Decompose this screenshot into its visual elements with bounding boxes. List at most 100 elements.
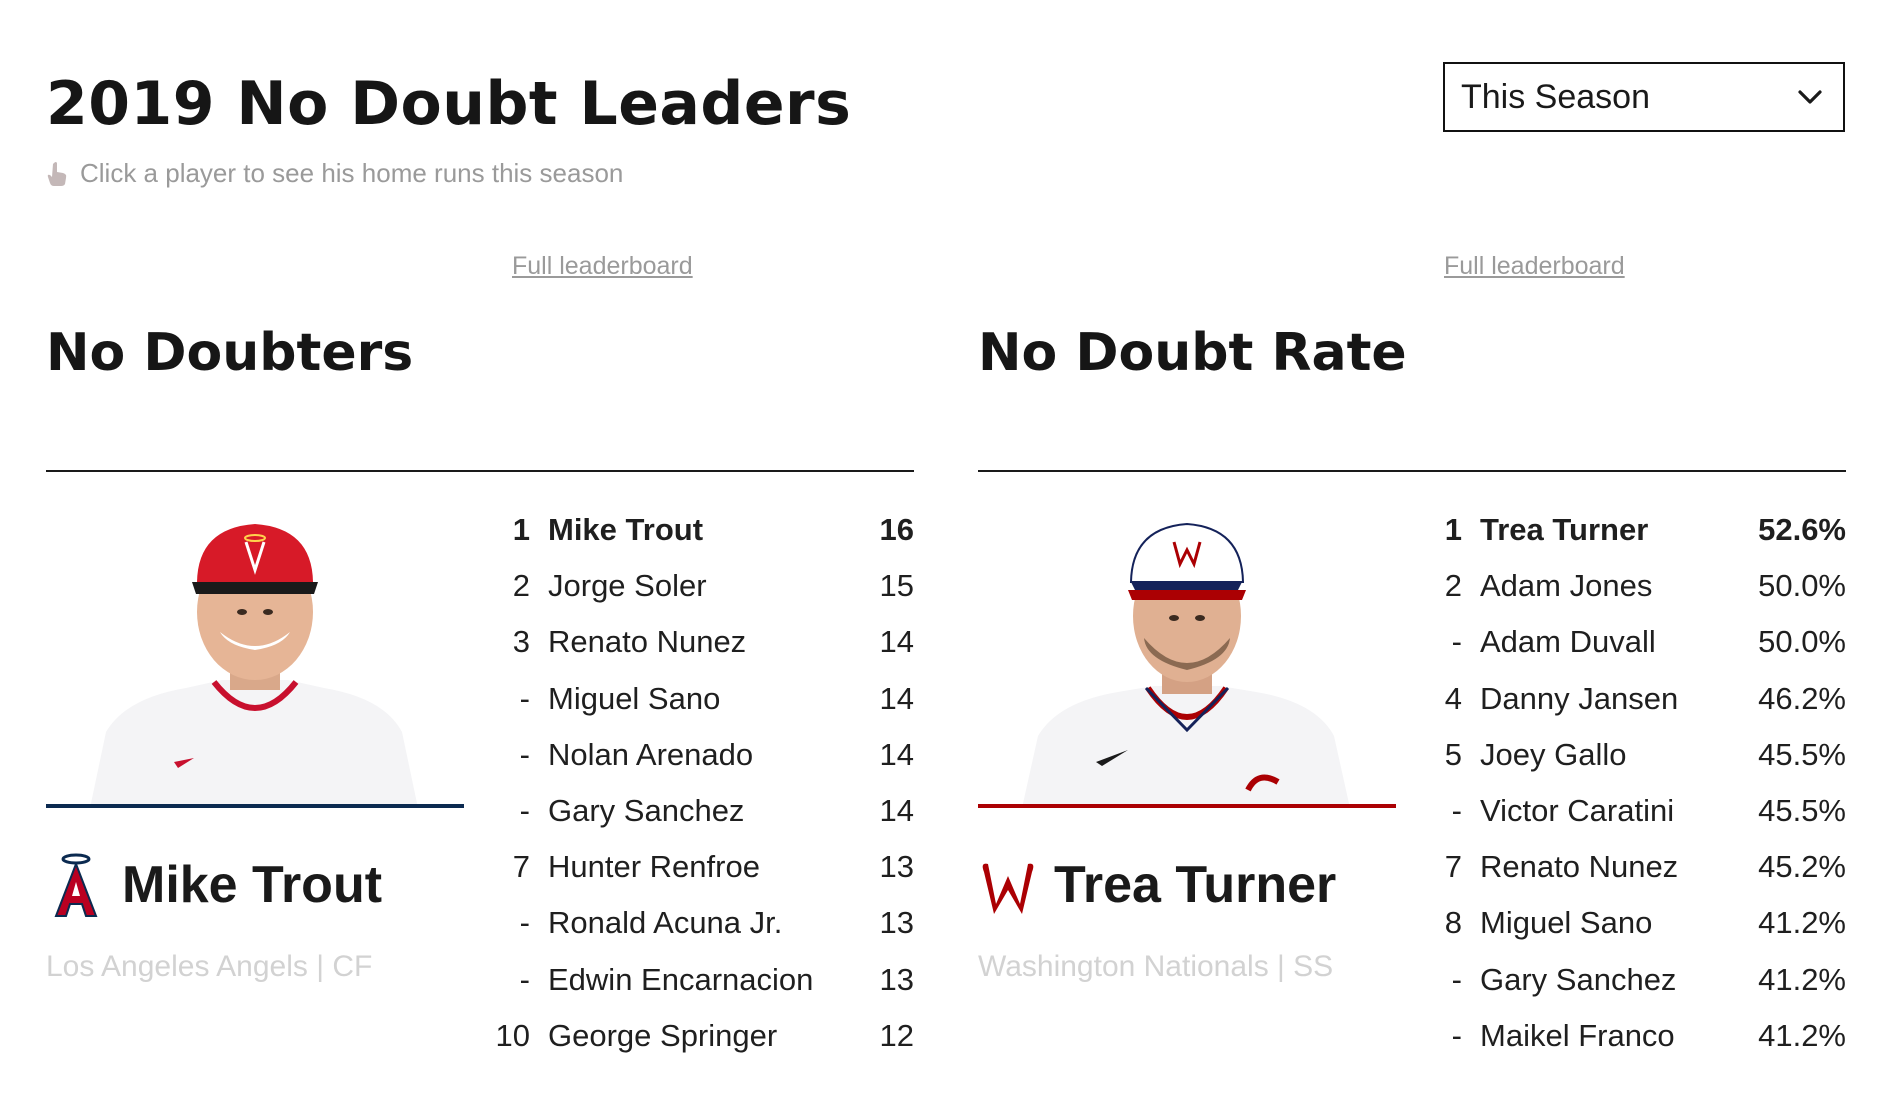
leaderboard-row[interactable]: - Adam Duvall 50.0% bbox=[1422, 614, 1846, 670]
nationals-logo-icon bbox=[982, 863, 1034, 914]
player-name: Mike Trout bbox=[548, 512, 704, 548]
rank: 7 bbox=[1444, 849, 1462, 885]
leaderboard-row[interactable]: - Nolan Arenado 14 bbox=[490, 727, 914, 783]
featured-player-name: Mike Trout bbox=[122, 856, 383, 914]
player-name: Maikel Franco bbox=[1480, 1017, 1675, 1053]
team-color-stripe bbox=[46, 804, 464, 808]
player-name: Gary Sanchez bbox=[548, 793, 745, 829]
player-name: Adam Duvall bbox=[1480, 624, 1656, 660]
stat-value: 52.6% bbox=[1758, 512, 1846, 548]
player-name: Miguel Sano bbox=[548, 680, 721, 716]
angels-logo-icon bbox=[54, 853, 98, 917]
leaderboard-row[interactable]: 5 Joey Gallo 45.5% bbox=[1422, 727, 1846, 783]
leaderboard-row[interactable]: 1 Mike Trout 16 bbox=[490, 502, 914, 558]
rank: - bbox=[1451, 624, 1462, 660]
leaderboard-row[interactable]: 1 Trea Turner 52.6% bbox=[1422, 502, 1846, 558]
rank: - bbox=[519, 905, 530, 941]
player-name: Miguel Sano bbox=[1480, 905, 1653, 941]
stat-value: 41.2% bbox=[1758, 961, 1846, 997]
featured-player[interactable]: Trea Turner bbox=[978, 850, 1336, 920]
player-photo bbox=[978, 520, 1396, 808]
player-name: Jorge Soler bbox=[548, 568, 707, 604]
no-doubt-rate-panel: Full leaderboard No Doubt Rate Trea Turn… bbox=[978, 0, 1846, 1098]
rank: - bbox=[519, 793, 530, 829]
featured-player-name: Trea Turner bbox=[1054, 856, 1337, 914]
player-name: Renato Nunez bbox=[548, 624, 747, 660]
stat-value: 41.2% bbox=[1758, 1017, 1846, 1053]
player-name: Nolan Arenado bbox=[548, 736, 754, 772]
rank: 10 bbox=[495, 1017, 530, 1053]
leaderboard-row[interactable]: 4 Danny Jansen 46.2% bbox=[1422, 671, 1846, 727]
player-name: George Springer bbox=[548, 1017, 778, 1053]
stat-value: 14 bbox=[879, 680, 914, 716]
player-name: Ronald Acuna Jr. bbox=[548, 905, 783, 941]
leaderboard-row[interactable]: - Miguel Sano 14 bbox=[490, 671, 914, 727]
rank: - bbox=[519, 736, 530, 772]
stat-value: 46.2% bbox=[1758, 680, 1846, 716]
stat-value: 14 bbox=[879, 793, 914, 829]
player-headshot-image bbox=[1022, 522, 1350, 808]
leaderboard-row[interactable]: 7 Renato Nunez 45.2% bbox=[1422, 839, 1846, 895]
rank: - bbox=[519, 680, 530, 716]
leaderboard-row[interactable]: 2 Jorge Soler 15 bbox=[490, 558, 914, 614]
stat-value: 45.5% bbox=[1758, 793, 1846, 829]
stat-value: 50.0% bbox=[1758, 624, 1846, 660]
leaderboard-row[interactable]: - Edwin Encarnacion 13 bbox=[490, 952, 914, 1008]
rank: - bbox=[1451, 793, 1462, 829]
rank: 2 bbox=[512, 568, 530, 604]
rank: 4 bbox=[1444, 680, 1462, 716]
player-name: Adam Jones bbox=[1480, 568, 1653, 604]
stat-value: 12 bbox=[879, 1017, 914, 1053]
leaderboard-row[interactable]: 8 Miguel Sano 41.2% bbox=[1422, 895, 1846, 951]
rank: - bbox=[1451, 961, 1462, 997]
rank: - bbox=[519, 961, 530, 997]
leaderboard: 1 Trea Turner 52.6% 2 Adam Jones 50.0% - Adam D… bbox=[1422, 502, 1846, 1064]
stat-value: 13 bbox=[879, 961, 914, 997]
leaderboard-row[interactable]: 10 George Springer 12 bbox=[490, 1008, 914, 1064]
leaderboard-row[interactable]: 2 Adam Jones 50.0% bbox=[1422, 558, 1846, 614]
no-doubters-panel: Full leaderboard No Doubters Mike Trout … bbox=[46, 0, 914, 1098]
stat-value: 14 bbox=[879, 624, 914, 660]
full-leaderboard-link[interactable]: Full leaderboard bbox=[1444, 252, 1625, 281]
featured-player[interactable]: Mike Trout bbox=[46, 850, 382, 920]
stat-value: 45.2% bbox=[1758, 849, 1846, 885]
team-position: Washington Nationals | SS bbox=[978, 950, 1334, 983]
leaderboard-row[interactable]: - Gary Sanchez 14 bbox=[490, 783, 914, 839]
stat-value: 13 bbox=[879, 849, 914, 885]
player-photo bbox=[46, 520, 464, 808]
stat-value: 41.2% bbox=[1758, 905, 1846, 941]
section-title: No Doubt Rate bbox=[978, 323, 1407, 383]
player-name: Renato Nunez bbox=[1480, 849, 1679, 885]
stat-value: 45.5% bbox=[1758, 736, 1846, 772]
rank: 8 bbox=[1444, 905, 1462, 941]
player-headshot-image bbox=[90, 524, 418, 808]
rank: 1 bbox=[1444, 512, 1462, 548]
leaderboard-row[interactable]: - Gary Sanchez 41.2% bbox=[1422, 952, 1846, 1008]
stat-value: 16 bbox=[879, 512, 914, 548]
section-title: No Doubters bbox=[46, 323, 414, 383]
leaderboard-row[interactable]: - Maikel Franco 41.2% bbox=[1422, 1008, 1846, 1064]
stat-value: 14 bbox=[879, 736, 914, 772]
leaderboard-row[interactable]: 3 Renato Nunez 14 bbox=[490, 614, 914, 670]
player-name: Trea Turner bbox=[1480, 512, 1649, 548]
player-name: Joey Gallo bbox=[1480, 736, 1627, 772]
team-color-stripe bbox=[978, 804, 1396, 808]
rank: 2 bbox=[1444, 568, 1462, 604]
player-name: Edwin Encarnacion bbox=[548, 961, 814, 997]
rank: - bbox=[1451, 1017, 1462, 1053]
player-name: Gary Sanchez bbox=[1480, 961, 1677, 997]
stat-value: 13 bbox=[879, 905, 914, 941]
rank: 3 bbox=[512, 624, 530, 660]
leaderboard-row[interactable]: - Victor Caratini 45.5% bbox=[1422, 783, 1846, 839]
leaderboard-row[interactable]: - Ronald Acuna Jr. 13 bbox=[490, 895, 914, 951]
rank: 5 bbox=[1444, 736, 1462, 772]
leaderboard-row[interactable]: 7 Hunter Renfroe 13 bbox=[490, 839, 914, 895]
rank: 1 bbox=[512, 512, 530, 548]
divider bbox=[46, 470, 914, 472]
player-name: Victor Caratini bbox=[1480, 793, 1675, 829]
player-name: Hunter Renfroe bbox=[548, 849, 760, 885]
full-leaderboard-link[interactable]: Full leaderboard bbox=[512, 252, 693, 281]
divider bbox=[978, 470, 1846, 472]
stat-value: 50.0% bbox=[1758, 568, 1846, 604]
team-position: Los Angeles Angels | CF bbox=[46, 950, 373, 983]
